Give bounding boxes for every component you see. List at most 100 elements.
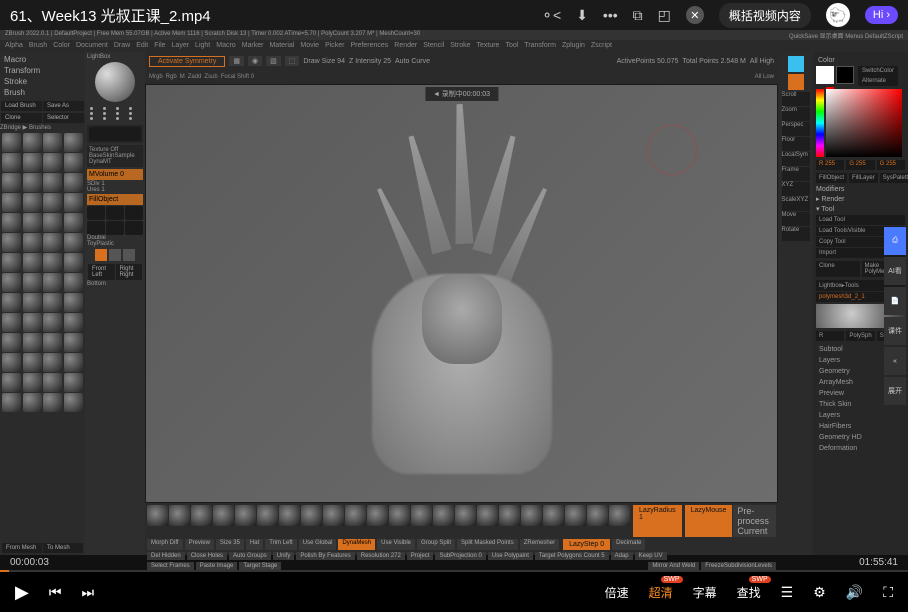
mrgb[interactable]: Mrgb — [149, 74, 163, 80]
brush-thumb[interactable] — [23, 193, 42, 212]
tool-icon[interactable]: ▦ — [229, 56, 244, 66]
strip-brush[interactable] — [455, 505, 476, 526]
brush-thumb[interactable] — [2, 333, 21, 352]
selectframes[interactable]: Select Frames — [147, 562, 194, 570]
brush-thumb[interactable] — [43, 233, 62, 252]
tool-icon[interactable]: ▧ — [266, 56, 281, 66]
brush-thumb[interactable] — [23, 213, 42, 232]
tool-section[interactable]: ▾ Tool — [816, 205, 905, 213]
mat-thumb[interactable] — [87, 206, 105, 220]
front-left[interactable]: Front Left — [88, 264, 115, 280]
strip-brush[interactable] — [257, 505, 278, 526]
pip-icon[interactable]: ⧉ — [633, 7, 643, 24]
syspalette[interactable]: SysPalette — [880, 173, 908, 183]
delhidden[interactable]: Del Hidden — [147, 552, 185, 560]
scroll-btn[interactable]: Scroll — [782, 92, 810, 106]
menu-alpha[interactable]: Alpha — [5, 42, 23, 50]
summary-button[interactable]: 概括视频内容 — [719, 3, 811, 28]
brush-thumb[interactable] — [64, 273, 83, 292]
closeholes[interactable]: Close Holes — [187, 552, 227, 560]
avatar[interactable]: 🐑 — [826, 3, 850, 27]
mat-thumb[interactable] — [106, 221, 124, 235]
courseware-btn[interactable]: 课件 — [884, 317, 906, 345]
lightbox-btn[interactable]: LightBox — [87, 54, 143, 60]
zadd[interactable]: Zadd — [188, 74, 202, 80]
mirrorweld[interactable]: Mirror And Weld — [648, 562, 699, 570]
preview[interactable]: Preview — [185, 539, 214, 550]
strip-brush[interactable] — [521, 505, 542, 526]
icon3[interactable] — [123, 249, 135, 261]
brush-thumb[interactable] — [2, 393, 21, 412]
brush-thumb[interactable] — [43, 293, 62, 312]
brush-thumb[interactable] — [43, 253, 62, 272]
brush-thumb[interactable] — [43, 193, 62, 212]
brush-thumb[interactable] — [43, 133, 62, 152]
brush-thumb[interactable] — [43, 213, 62, 232]
menu-stroke-side[interactable]: Stroke — [4, 76, 81, 87]
clone-btn[interactable]: Clone — [1, 113, 42, 123]
brush-thumb[interactable] — [64, 373, 83, 392]
courseware-icon[interactable]: 📄 — [884, 287, 906, 315]
menu-brush[interactable]: Brush — [29, 42, 47, 50]
icon2[interactable] — [109, 249, 121, 261]
mini-icon[interactable]: ◰ — [658, 7, 671, 24]
subtitle-btn[interactable]: 字幕 — [693, 584, 717, 601]
menu-transform[interactable]: Transform — [524, 42, 556, 50]
project[interactable]: Project — [407, 552, 434, 560]
hairfibers-section[interactable]: HairFibers — [816, 421, 905, 432]
autogroups[interactable]: Auto Groups — [229, 552, 271, 560]
brush-thumb[interactable] — [64, 193, 83, 212]
menu-zplugin[interactable]: Zplugin — [562, 42, 585, 50]
menu-layer[interactable]: Layer — [172, 42, 190, 50]
cyan-icon[interactable] — [788, 56, 804, 72]
brush-thumb[interactable] — [43, 373, 62, 392]
quality-btn[interactable]: 超清SWP — [649, 584, 673, 601]
menu-texture[interactable]: Texture — [476, 42, 499, 50]
volume-icon[interactable]: 🔊 — [846, 584, 863, 601]
decimate[interactable]: Decimate — [612, 539, 645, 550]
mat-thumb[interactable] — [125, 206, 143, 220]
save-as-btn[interactable]: Save As — [43, 101, 84, 111]
brush-thumb[interactable] — [23, 153, 42, 172]
brush-thumb[interactable] — [2, 353, 21, 372]
pasteimage[interactable]: Paste Image — [196, 562, 238, 570]
brush-thumb[interactable] — [64, 253, 83, 272]
secondary-color-swatch[interactable] — [836, 66, 854, 84]
expand-btn[interactable]: 展开 — [884, 377, 906, 405]
brush-thumb[interactable] — [64, 393, 83, 412]
load-brush-btn[interactable]: Load Brush — [1, 101, 42, 111]
draw-size[interactable]: Draw Size 94 — [303, 58, 345, 65]
brush-thumb[interactable] — [2, 253, 21, 272]
search-btn[interactable]: 查找SWP — [737, 584, 761, 601]
unify[interactable]: Unify — [273, 552, 295, 560]
strip-brush[interactable] — [367, 505, 388, 526]
brush-thumb[interactable] — [23, 313, 42, 332]
to-mesh-btn[interactable]: To Mesh — [43, 543, 83, 553]
download-icon[interactable]: ⬇ — [576, 7, 588, 24]
dynamesh-btn[interactable]: DynaMesh — [338, 539, 375, 550]
strip-brush[interactable] — [389, 505, 410, 526]
adap[interactable]: Adap — [611, 552, 633, 560]
activate-symmetry-btn[interactable]: Activate Symmetry — [149, 56, 225, 67]
polysphere-btn[interactable]: PolySph — [846, 331, 874, 341]
menu-brush-side[interactable]: Brush — [4, 87, 81, 98]
strip-brush[interactable] — [477, 505, 498, 526]
speed-btn[interactable]: 倍速 — [605, 584, 629, 601]
zsub[interactable]: Zsub — [204, 74, 217, 80]
polish[interactable]: Polish By Features — [296, 552, 354, 560]
menu-file[interactable]: File — [154, 42, 165, 50]
menu-material[interactable]: Material — [269, 42, 294, 50]
brush-thumb[interactable] — [43, 313, 62, 332]
brush-thumb[interactable] — [43, 173, 62, 192]
zintensity[interactable]: Z Intensity 25 — [349, 58, 391, 65]
subprojection[interactable]: SubProjection 0 — [435, 552, 485, 560]
color-picker[interactable] — [816, 89, 904, 157]
strip-brush[interactable] — [499, 505, 520, 526]
floor-btn[interactable]: Floor — [782, 137, 810, 151]
strip-brush[interactable] — [433, 505, 454, 526]
filllayer[interactable]: FillLayer — [849, 173, 878, 183]
render-section[interactable]: ▸ Render — [816, 195, 905, 203]
play-icon[interactable]: ▶ — [15, 582, 29, 603]
brush-thumb[interactable] — [64, 293, 83, 312]
list-icon[interactable]: ☰ — [781, 584, 794, 601]
